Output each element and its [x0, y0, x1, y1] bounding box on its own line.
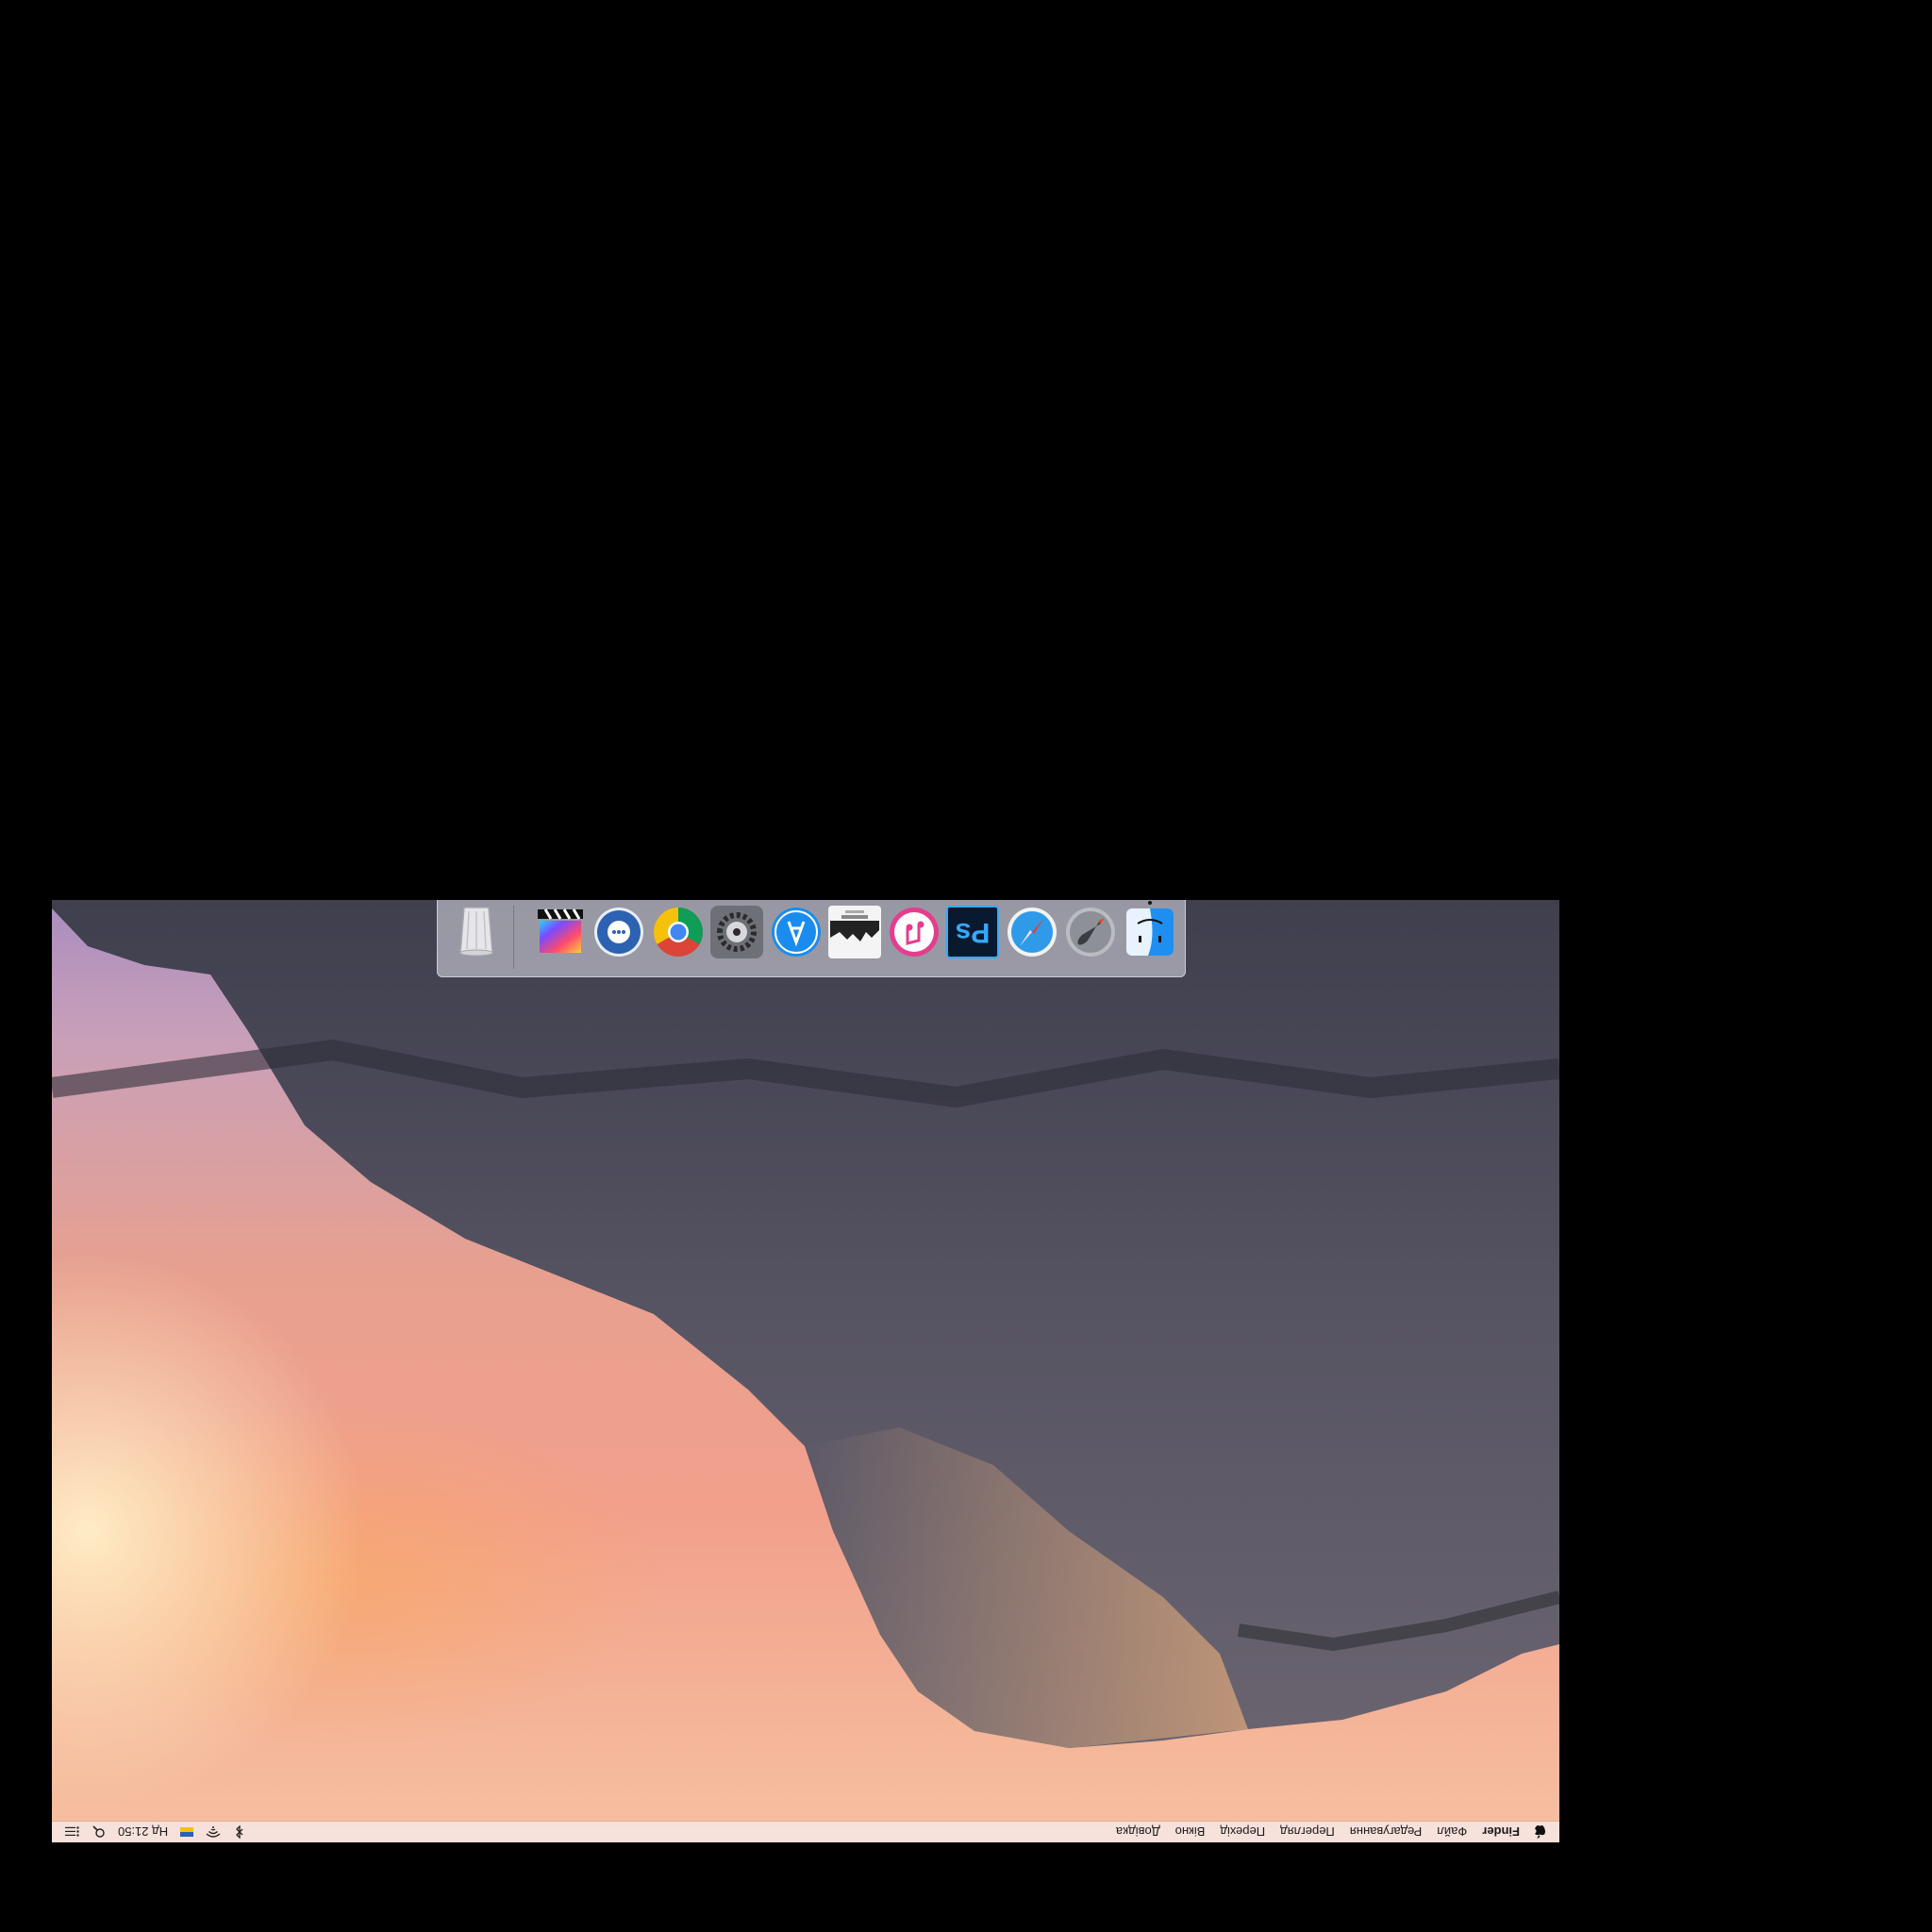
wifi-icon[interactable]: [206, 1825, 221, 1839]
desktop-screen: Finder Файл Редагування Перегляд Перехід…: [52, 900, 1559, 1842]
dock-trash[interactable]: [450, 906, 503, 958]
dock-app-chrome[interactable]: [652, 906, 705, 958]
trash-icon: [459, 907, 493, 957]
dock-app-system-preferences[interactable]: [710, 906, 763, 958]
menu-edit[interactable]: Редагування: [1350, 1825, 1423, 1840]
menu-help[interactable]: Довідка: [1116, 1825, 1160, 1840]
dock-app-final-cut[interactable]: [534, 906, 587, 958]
album-art-icon: [830, 910, 879, 941]
dock-app-photoshop[interactable]: Ps: [946, 906, 999, 958]
app-store-icon: [772, 908, 821, 957]
menu-file[interactable]: Файл: [1437, 1825, 1467, 1840]
chat-bird-icon: [594, 908, 643, 957]
dock: Ps: [437, 900, 1186, 977]
finder-icon: [1126, 908, 1174, 956]
dock-app-store[interactable]: [770, 906, 823, 958]
input-source-flag-icon[interactable]: [179, 1825, 194, 1839]
el-capitan-rock: [52, 900, 1559, 1748]
dock-app-finder[interactable]: [1124, 906, 1176, 958]
gear-icon: [717, 912, 757, 952]
launchpad-rocket-icon: [1066, 908, 1115, 957]
spotlight-search-icon[interactable]: [92, 1825, 107, 1839]
photoshop-icon: Ps: [955, 917, 991, 948]
dock-app-safari[interactable]: [1006, 906, 1058, 958]
menu-bar: Finder Файл Редагування Перегляд Перехід…: [52, 1822, 1559, 1842]
menu-view[interactable]: Перегляд: [1280, 1825, 1335, 1840]
dock-app-launchpad[interactable]: [1064, 906, 1117, 958]
chrome-icon: [654, 908, 703, 957]
apple-menu-icon[interactable]: [1533, 1824, 1546, 1840]
menu-go[interactable]: Перехід: [1220, 1825, 1265, 1840]
dock-app-album[interactable]: [828, 906, 881, 958]
safari-compass-icon: [1008, 908, 1057, 957]
menu-app-name[interactable]: Finder: [1482, 1825, 1520, 1840]
bluetooth-icon[interactable]: [232, 1825, 247, 1839]
notification-center-icon[interactable]: [65, 1825, 80, 1839]
dock-app-itunes[interactable]: [888, 906, 941, 958]
clapperboard-icon: [538, 908, 583, 953]
dock-separator: [513, 906, 514, 969]
itunes-music-icon: [890, 908, 939, 957]
dock-app-messenger[interactable]: [592, 906, 645, 958]
menubar-clock[interactable]: Нд 21:50: [118, 1825, 168, 1840]
status-area: Нд 21:50: [52, 1825, 247, 1840]
menu-window[interactable]: Вікно: [1175, 1825, 1206, 1840]
finder-running-indicator: [1148, 901, 1152, 905]
